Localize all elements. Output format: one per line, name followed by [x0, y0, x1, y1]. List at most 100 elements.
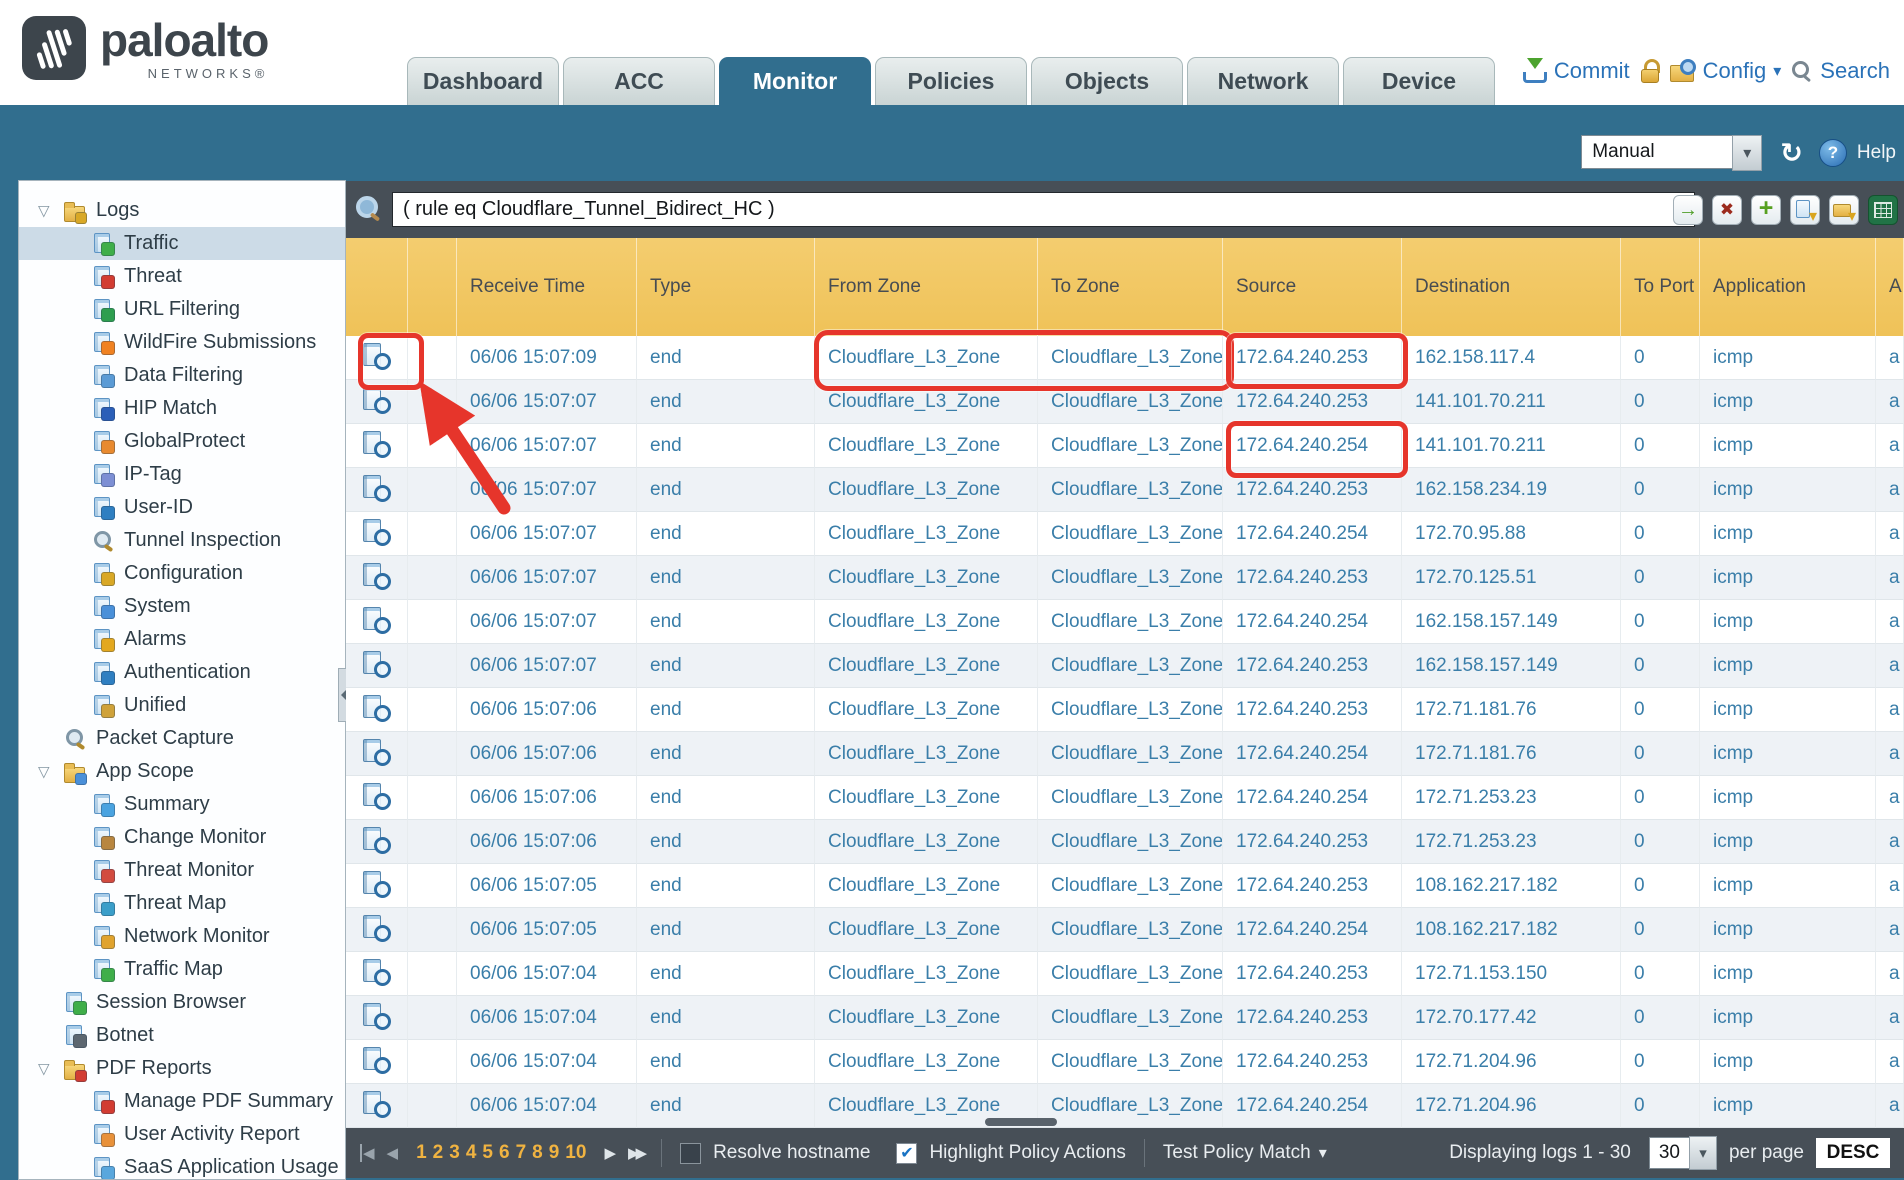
table-row[interactable]: 06/06 15:07:07endCloudflare_L3_ZoneCloud… [346, 644, 1904, 688]
last-page-button[interactable] [628, 1144, 643, 1162]
help-icon[interactable] [1819, 139, 1847, 167]
page-number[interactable]: 8 [532, 1142, 543, 1164]
refresh-icon[interactable] [1780, 140, 1803, 167]
sidebar-item-traffic-map[interactable]: Traffic Map [19, 953, 345, 986]
log-detail-magnifier-icon[interactable] [363, 1047, 393, 1077]
table-row[interactable]: 06/06 15:07:07endCloudflare_L3_ZoneCloud… [346, 424, 1904, 468]
sidebar-item-data-filtering[interactable]: Data Filtering [19, 359, 345, 392]
apply-filter-button[interactable] [1673, 195, 1703, 225]
sidebar-item-traffic[interactable]: Traffic [19, 227, 345, 260]
sidebar-item-user-activity-report[interactable]: User Activity Report [19, 1118, 345, 1151]
column-header-destination[interactable]: Destination [1402, 238, 1621, 336]
expander-icon[interactable] [38, 1059, 50, 1077]
lock-icon[interactable] [1640, 59, 1660, 83]
resolve-hostname-checkbox[interactable] [680, 1143, 701, 1164]
page-number[interactable]: 7 [516, 1142, 527, 1164]
column-header-application[interactable]: Application [1700, 238, 1876, 336]
table-row[interactable]: 06/06 15:07:05endCloudflare_L3_ZoneCloud… [346, 864, 1904, 908]
column-header-to-zone[interactable]: To Zone [1038, 238, 1223, 336]
filter-query-input[interactable]: ( rule eq Cloudflare_Tunnel_Bidirect_HC … [392, 192, 1695, 227]
next-page-button[interactable] [604, 1144, 616, 1162]
page-number[interactable]: 10 [565, 1142, 586, 1164]
tab-monitor[interactable]: Monitor [719, 57, 871, 105]
export-to-csv-button[interactable] [1868, 195, 1898, 225]
sidebar-item-threat-monitor[interactable]: Threat Monitor [19, 854, 345, 887]
sidebar-item-system[interactable]: System [19, 590, 345, 623]
tab-objects[interactable]: Objects [1031, 57, 1183, 105]
log-detail-magnifier-icon[interactable] [363, 739, 393, 769]
column-header-from-zone[interactable]: From Zone [815, 238, 1038, 336]
log-detail-magnifier-icon[interactable] [363, 959, 393, 989]
table-row[interactable]: 06/06 15:07:06endCloudflare_L3_ZoneCloud… [346, 776, 1904, 820]
log-detail-magnifier-icon[interactable] [363, 827, 393, 857]
tab-acc[interactable]: ACC [563, 57, 715, 105]
clear-filter-button[interactable] [1712, 195, 1742, 225]
column-header-type[interactable]: Type [637, 238, 815, 336]
table-row[interactable]: 06/06 15:07:07endCloudflare_L3_ZoneCloud… [346, 512, 1904, 556]
sidebar-item-app-scope[interactable]: App Scope [19, 755, 345, 788]
test-policy-match-button[interactable]: Test Policy Match [1163, 1142, 1327, 1164]
tab-device[interactable]: Device [1343, 57, 1495, 105]
sidebar-item-manage-pdf-summary[interactable]: Manage PDF Summary [19, 1085, 345, 1118]
sidebar-item-user-id[interactable]: User-ID [19, 491, 345, 524]
load-filter-button[interactable] [1829, 195, 1859, 225]
sidebar-item-threat-map[interactable]: Threat Map [19, 887, 345, 920]
log-detail-magnifier-icon[interactable] [363, 783, 393, 813]
column-header-a[interactable]: A [1876, 238, 1904, 336]
page-number[interactable]: 3 [449, 1142, 460, 1164]
tab-dashboard[interactable]: Dashboard [407, 57, 559, 105]
table-row[interactable]: 06/06 15:07:07endCloudflare_L3_ZoneCloud… [346, 468, 1904, 512]
table-row[interactable]: 06/06 15:07:04endCloudflare_L3_ZoneCloud… [346, 1040, 1904, 1084]
log-detail-magnifier-icon[interactable] [363, 1003, 393, 1033]
search-button[interactable]: Search [1791, 58, 1890, 84]
sidebar-item-unified[interactable]: Unified [19, 689, 345, 722]
table-row[interactable]: 06/06 15:07:07endCloudflare_L3_ZoneCloud… [346, 556, 1904, 600]
log-detail-magnifier-icon[interactable] [363, 563, 393, 593]
page-number[interactable]: 5 [482, 1142, 493, 1164]
per-page-select[interactable]: 30 [1649, 1137, 1690, 1169]
sidebar-item-authentication[interactable]: Authentication [19, 656, 345, 689]
sidebar-item-pdf-reports[interactable]: PDF Reports [19, 1052, 345, 1085]
previous-page-button[interactable] [387, 1144, 399, 1162]
table-row[interactable]: 06/06 15:07:06endCloudflare_L3_ZoneCloud… [346, 820, 1904, 864]
refresh-mode-dropdown-button[interactable] [1732, 135, 1762, 171]
sort-order-select[interactable]: DESC [1816, 1138, 1890, 1168]
first-page-button[interactable] [360, 1144, 375, 1162]
table-row[interactable]: 06/06 15:07:06endCloudflare_L3_ZoneCloud… [346, 732, 1904, 776]
table-row[interactable]: 06/06 15:07:04endCloudflare_L3_ZoneCloud… [346, 996, 1904, 1040]
sidebar-item-packet-capture[interactable]: Packet Capture [19, 722, 345, 755]
table-row[interactable]: 06/06 15:07:06endCloudflare_L3_ZoneCloud… [346, 688, 1904, 732]
sidebar-item-session-browser[interactable]: Session Browser [19, 986, 345, 1019]
sidebar-item-hip-match[interactable]: HIP Match [19, 392, 345, 425]
per-page-dropdown-button[interactable] [1689, 1136, 1717, 1170]
refresh-mode-select[interactable]: Manual [1581, 135, 1733, 169]
log-detail-magnifier-icon[interactable] [363, 915, 393, 945]
sidebar-item-globalprotect[interactable]: GlobalProtect [19, 425, 345, 458]
expander-icon[interactable] [38, 762, 50, 780]
log-detail-magnifier-icon[interactable] [363, 695, 393, 725]
log-detail-magnifier-icon[interactable] [363, 871, 393, 901]
sidebar-item-logs[interactable]: Logs [19, 194, 345, 227]
table-row[interactable]: 06/06 15:07:04endCloudflare_L3_ZoneCloud… [346, 952, 1904, 996]
sidebar-item-network-monitor[interactable]: Network Monitor [19, 920, 345, 953]
help-label[interactable]: Help [1857, 142, 1896, 164]
sidebar-item-botnet[interactable]: Botnet [19, 1019, 345, 1052]
save-filter-button[interactable] [1790, 195, 1820, 225]
table-row[interactable]: 06/06 15:07:07endCloudflare_L3_ZoneCloud… [346, 600, 1904, 644]
tab-policies[interactable]: Policies [875, 57, 1027, 105]
sidebar-item-summary[interactable]: Summary [19, 788, 345, 821]
page-number[interactable]: 6 [499, 1142, 510, 1164]
highlight-policy-checkbox[interactable] [896, 1143, 917, 1164]
page-number[interactable]: 4 [466, 1142, 477, 1164]
add-filter-button[interactable] [1751, 195, 1781, 225]
sidebar-item-url-filtering[interactable]: URL Filtering [19, 293, 345, 326]
log-detail-magnifier-icon[interactable] [363, 1091, 393, 1121]
log-detail-magnifier-icon[interactable] [363, 607, 393, 637]
table-row[interactable]: 06/06 15:07:04endCloudflare_L3_ZoneCloud… [346, 1084, 1904, 1128]
sidebar-item-change-monitor[interactable]: Change Monitor [19, 821, 345, 854]
sidebar-item-ip-tag[interactable]: IP-Tag [19, 458, 345, 491]
column-header-source[interactable]: Source [1223, 238, 1402, 336]
sidebar-item-threat[interactable]: Threat [19, 260, 345, 293]
commit-button[interactable]: Commit [1521, 58, 1630, 84]
page-number[interactable]: 2 [433, 1142, 444, 1164]
